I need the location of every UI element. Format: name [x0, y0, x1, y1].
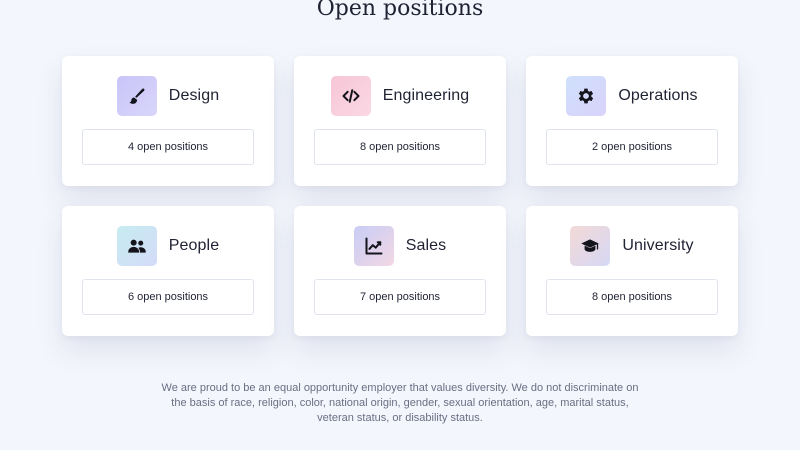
open-positions-button[interactable]: 6 open positions	[82, 279, 254, 315]
graduation-cap-icon	[581, 239, 600, 252]
department-name: University	[622, 237, 694, 254]
icon-tile	[353, 226, 394, 266]
department-card-people[interactable]: People 6 open positions	[62, 206, 274, 336]
open-positions-button[interactable]: 8 open positions	[314, 129, 486, 165]
department-card-operations[interactable]: Operations 2 open positions	[526, 56, 738, 186]
department-card-sales[interactable]: Sales 7 open positions	[294, 206, 506, 336]
open-positions-button[interactable]: 7 open positions	[314, 279, 486, 315]
paintbrush-icon	[129, 88, 145, 104]
equal-opportunity-statement: We are proud to be an equal opportunity …	[161, 382, 639, 424]
card-header: University	[526, 226, 738, 266]
department-name: Engineering	[382, 87, 470, 104]
icon-tile	[570, 226, 611, 266]
card-header: Engineering	[294, 76, 506, 116]
department-name: Design	[168, 87, 220, 104]
department-name: People	[168, 237, 220, 254]
card-header: Operations	[526, 76, 738, 116]
page-title: Open positions	[316, 0, 484, 21]
card-header: Sales	[294, 226, 506, 266]
icon-tile	[330, 76, 371, 116]
chart-line-icon	[365, 237, 383, 255]
icon-tile	[116, 226, 157, 266]
department-card-engineering[interactable]: Engineering 8 open positions	[294, 56, 506, 186]
icon-tile	[116, 76, 157, 116]
department-card-design[interactable]: Design 4 open positions	[62, 56, 274, 186]
users-icon	[128, 239, 146, 253]
department-name: Operations	[618, 87, 698, 104]
gear-icon	[579, 88, 594, 104]
card-header: People	[62, 226, 274, 266]
open-positions-button[interactable]: 4 open positions	[82, 129, 254, 165]
department-card-university[interactable]: University 8 open positions	[526, 206, 738, 336]
open-positions-button[interactable]: 8 open positions	[546, 279, 718, 315]
code-icon	[342, 89, 360, 103]
departments-grid: Design 4 open positions Engineering 8 op…	[62, 56, 738, 336]
open-positions-button[interactable]: 2 open positions	[546, 129, 718, 165]
icon-tile	[566, 76, 607, 116]
department-name: Sales	[405, 237, 447, 254]
card-header: Design	[62, 76, 274, 116]
